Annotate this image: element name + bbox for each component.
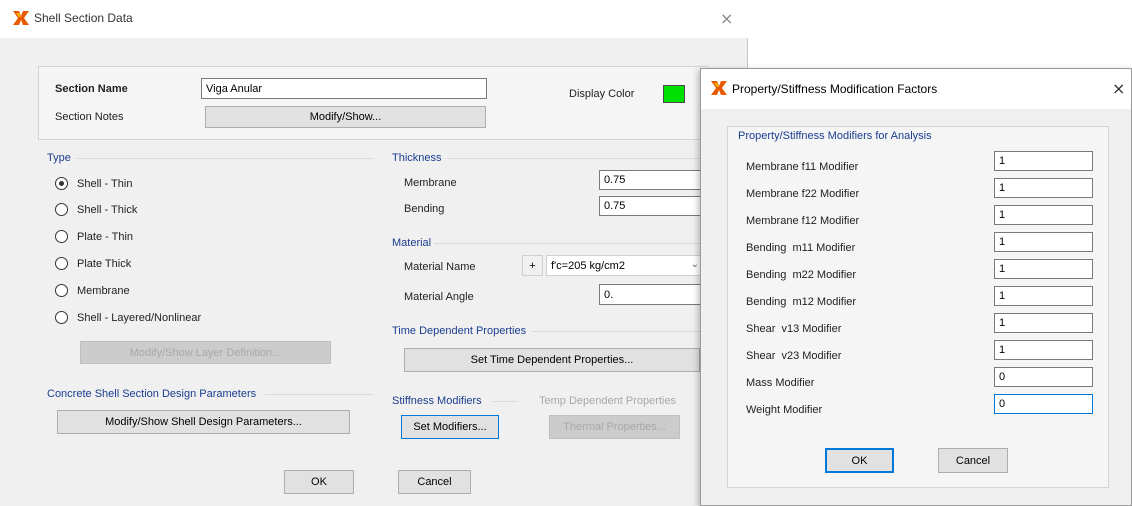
- modifiers-ok-button[interactable]: OK: [825, 448, 894, 473]
- radio-plate-thin[interactable]: [55, 230, 68, 243]
- time-group-line: [532, 331, 707, 332]
- dialog-title: Shell Section Data: [34, 11, 133, 25]
- radio-shell-layered[interactable]: [55, 311, 68, 324]
- set-modifiers-button[interactable]: Set Modifiers...: [401, 415, 499, 439]
- modifier-label: Bending m22 Modifier: [746, 269, 857, 281]
- display-color-label: Display Color: [569, 88, 635, 100]
- thermal-properties-button[interactable]: Thermal Properties...: [549, 415, 680, 439]
- shell-section-dialog: Shell Section Data × Section Name Viga A…: [0, 0, 748, 506]
- option-label: Shell - Thin: [77, 178, 133, 190]
- modifier-label: Bending m12 Modifier: [746, 296, 857, 308]
- section-notes-label: Section Notes: [55, 111, 124, 123]
- shear-v13-input[interactable]: 1: [994, 313, 1093, 333]
- concrete-design-group-title: Concrete Shell Section Design Parameters: [47, 388, 257, 400]
- material-name-label: Material Name: [404, 261, 476, 273]
- radio-membrane[interactable]: [55, 284, 68, 297]
- material-angle-label: Material Angle: [404, 291, 474, 303]
- modifier-label: Weight Modifier: [746, 404, 823, 416]
- cancel-button[interactable]: Cancel: [398, 470, 471, 494]
- stiffness-group-line: [492, 401, 517, 402]
- bending-thickness-input[interactable]: 0.75: [599, 196, 705, 216]
- modifier-label: Membrane f11 Modifier: [746, 161, 859, 173]
- time-dependent-group-title: Time Dependent Properties: [392, 325, 527, 337]
- temp-dependent-group-title: Temp Dependent Properties: [539, 395, 676, 407]
- modifiers-dialog-title: Property/Stiffness Modification Factors: [732, 82, 938, 96]
- modifier-label: Shear v13 Modifier: [746, 323, 842, 335]
- membrane-thickness-input[interactable]: 0.75: [599, 170, 705, 190]
- modifier-label: Shear v23 Modifier: [746, 350, 842, 362]
- weight-modifier-input[interactable]: 0: [994, 394, 1093, 414]
- modifiers-title-bar: Property/Stiffness Modification Factors …: [701, 69, 1131, 109]
- material-angle-input[interactable]: 0.: [599, 284, 705, 305]
- display-color-swatch[interactable]: [663, 85, 685, 103]
- option-label: Plate - Thin: [77, 231, 134, 243]
- ok-button[interactable]: OK: [284, 470, 354, 494]
- material-group-title: Material: [392, 237, 432, 249]
- modify-shell-design-button[interactable]: Modify/Show Shell Design Parameters...: [57, 410, 350, 434]
- material-name-select[interactable]: f'c=205 kg/cm2 ⌄: [546, 255, 706, 276]
- modifier-label: Mass Modifier: [746, 377, 815, 389]
- modify-layer-definition-button[interactable]: Modify/Show Layer Definition...: [80, 341, 331, 364]
- modify-show-notes-button[interactable]: Modify/Show...: [205, 106, 486, 128]
- bending-m12-input[interactable]: 1: [994, 286, 1093, 306]
- shear-v23-input[interactable]: 1: [994, 340, 1093, 360]
- stiffness-group-title: Stiffness Modifiers: [392, 395, 482, 407]
- modifiers-dialog: Property/Stiffness Modification Factors …: [700, 68, 1132, 506]
- add-material-button[interactable]: +: [522, 255, 543, 276]
- membrane-f11-input[interactable]: 1: [994, 151, 1093, 171]
- membrane-f22-input[interactable]: 1: [994, 178, 1093, 198]
- radio-shell-thin[interactable]: [55, 177, 68, 190]
- material-name-value: f'c=205 kg/cm2: [551, 259, 625, 272]
- thickness-group-line: [447, 158, 707, 159]
- type-group-line: [77, 158, 373, 159]
- option-label: Shell - Thick: [77, 204, 138, 216]
- chevron-down-icon: ⌄: [690, 259, 699, 270]
- modifiers-group-title: Property/Stiffness Modifiers for Analysi…: [738, 130, 932, 142]
- close-icon[interactable]: ×: [720, 9, 733, 28]
- set-time-dependent-button[interactable]: Set Time Dependent Properties...: [404, 348, 700, 372]
- option-label: Shell - Layered/Nonlinear: [77, 312, 202, 324]
- title-bar: Shell Section Data ×: [0, 0, 748, 38]
- app-icon: [711, 81, 727, 95]
- section-name-input[interactable]: Viga Anular: [201, 78, 487, 99]
- membrane-thickness-label: Membrane: [404, 177, 457, 189]
- thickness-group-title: Thickness: [392, 152, 442, 164]
- app-icon: [13, 11, 29, 25]
- section-name-label: Section Name: [55, 83, 128, 95]
- option-label: Membrane: [77, 285, 130, 297]
- radio-shell-thick[interactable]: [55, 203, 68, 216]
- close-icon[interactable]: ×: [1112, 79, 1125, 98]
- radio-plate-thick[interactable]: [55, 257, 68, 270]
- bending-m22-input[interactable]: 1: [994, 259, 1093, 279]
- modifier-label: Membrane f22 Modifier: [746, 188, 860, 200]
- modifiers-cancel-button[interactable]: Cancel: [938, 448, 1008, 473]
- membrane-f12-input[interactable]: 1: [994, 205, 1093, 225]
- concrete-group-line: [265, 394, 373, 395]
- modifier-label: Bending m11 Modifier: [746, 242, 856, 254]
- bending-m11-input[interactable]: 1: [994, 232, 1093, 252]
- mass-modifier-input[interactable]: 0: [994, 367, 1093, 387]
- type-group-title: Type: [47, 152, 71, 164]
- option-label: Plate Thick: [77, 258, 132, 270]
- material-group-line: [434, 243, 707, 244]
- modifier-label: Membrane f12 Modifier: [746, 215, 860, 227]
- bending-thickness-label: Bending: [404, 203, 445, 215]
